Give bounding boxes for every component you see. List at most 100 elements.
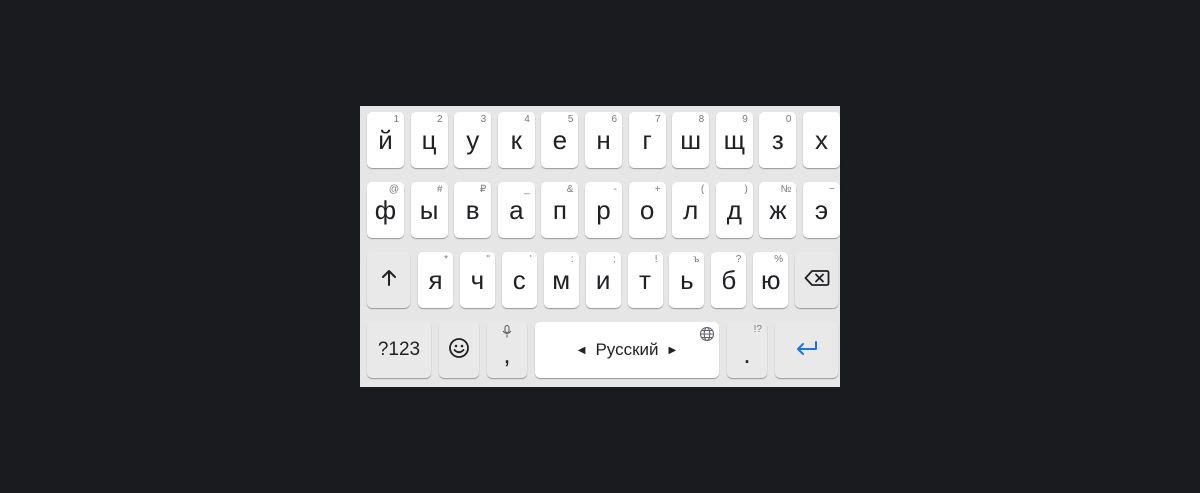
key-hint: _ [524,184,530,195]
key-label: м [552,265,571,295]
key-label: з [771,125,784,155]
space-language-label: Русский [595,340,659,359]
comma-key[interactable]: , [487,322,527,378]
key-11[interactable]: ~ э [803,182,840,238]
key-label: н [596,125,611,155]
key-hint: ) [744,184,748,195]
key-label: ж [769,195,787,225]
key-hint: + [654,184,661,195]
key-label: с [512,265,526,295]
backspace-key[interactable] [795,252,838,308]
key-label: ч [470,265,485,295]
key-2[interactable]: # ы [410,182,448,238]
keyboard-row-2: @ ф # ы ₽ в _ а & п - р + о(л) д № ж ~ э [360,179,840,238]
key-label: х [815,125,828,155]
period-key-hint: !? [753,324,762,335]
key-1[interactable]: 1й [367,112,404,168]
key-2[interactable]: 2ц [410,112,448,168]
key-6[interactable]: -р [585,182,622,238]
period-key[interactable]: !? . [727,322,767,378]
key-label: г [642,125,652,155]
key-label: ш [680,125,702,155]
symbols-key-label: ?123 [377,339,421,360]
key-8[interactable]: 8ш [672,112,710,168]
key-label: а [509,195,524,225]
key-hint: 4 [524,114,530,125]
key-label: ь [680,265,694,295]
key-10[interactable]: № ж [759,182,797,238]
key-label: к [510,125,522,155]
key-hint: & [566,184,574,195]
key-5[interactable]: ; и [585,252,621,308]
enter-key[interactable] [775,322,838,378]
key-label: и [595,265,611,295]
key-2[interactable]: " ч [459,252,495,308]
backspace-icon [804,269,830,292]
globe-icon [699,326,715,347]
keyboard-row-3: * я " ч ' с: м; и! т ъ ь? б% ю [360,249,840,308]
key-3[interactable]: ' с [501,252,537,308]
microphone-icon [502,324,512,343]
key-label: д [726,195,742,225]
key-3[interactable]: ₽ в [454,182,492,238]
triangle-left-icon: ◀ [577,344,586,356]
keyboard-row-4: ?123 , ◀ Русский ▶ !? . [360,319,840,378]
key-7[interactable]: + о [628,182,666,238]
key-hint: : [570,254,574,265]
key-8[interactable]: ? б [711,252,747,308]
key-hint: " [486,254,490,265]
comma-key-label: , [503,339,511,369]
key-5[interactable]: 5е [541,112,579,168]
key-1[interactable]: * я [418,252,453,308]
key-hint: # [437,184,443,195]
key-hint: 1 [393,114,399,125]
key-label: э [814,195,829,225]
shift-key[interactable] [367,252,410,308]
key-hint: 6 [611,114,617,125]
key-hint: * [444,254,448,265]
key-hint: 3 [480,114,487,125]
key-4[interactable]: :м [543,252,579,308]
key-10[interactable]: 0з [759,112,797,168]
key-hint: - [613,184,617,195]
enter-return-icon [794,339,820,362]
key-hint: ' [529,254,532,265]
key-11[interactable]: х [803,112,840,168]
key-hint: ! [654,254,658,265]
key-hint: 2 [437,114,443,125]
key-9[interactable]: ) д [715,182,753,238]
key-9[interactable]: 9щ [715,112,753,168]
key-4[interactable]: _ а [497,182,535,238]
key-hint: 8 [698,114,705,125]
key-3[interactable]: 3у [454,112,492,168]
emoji-key[interactable] [439,322,479,378]
key-7[interactable]: 7г [628,112,666,168]
key-hint: % [774,254,784,265]
key-label: л [683,195,699,225]
key-7[interactable]: ъь [669,252,705,308]
symbols-key[interactable]: ?123 [367,322,431,378]
key-9[interactable]: % ю [753,252,789,308]
key-label: ы [419,195,439,225]
key-hint: 5 [567,114,574,125]
key-6[interactable]: 6н [585,112,622,168]
key-6[interactable]: ! т [627,252,663,308]
key-label: й [378,125,393,155]
key-hint: ; [612,254,616,265]
key-hint: 7 [655,114,661,125]
key-hint: ъ [693,254,700,265]
key-label: ц [421,125,437,155]
key-label: р [596,195,611,225]
key-4[interactable]: 4к [497,112,535,168]
key-label: п [552,195,567,225]
key-label: т [639,265,651,295]
space-key[interactable]: ◀ Русский ▶ [535,322,719,378]
key-5[interactable]: & п [541,182,579,238]
key-label: щ [723,125,745,155]
shift-up-arrow-icon [379,268,399,293]
key-8[interactable]: (л [672,182,710,238]
key-1[interactable]: @ ф [367,182,404,238]
keyboard: 1й2ц3у4к5е6н7г8ш9щ0зх @ ф # ы ₽ в _ а & п - р + о(л) д… [360,106,840,387]
key-hint: № [780,184,792,195]
keyboard-row-1: 1й2ц3у4к5е6н7г8ш9щ0зх [360,109,840,168]
